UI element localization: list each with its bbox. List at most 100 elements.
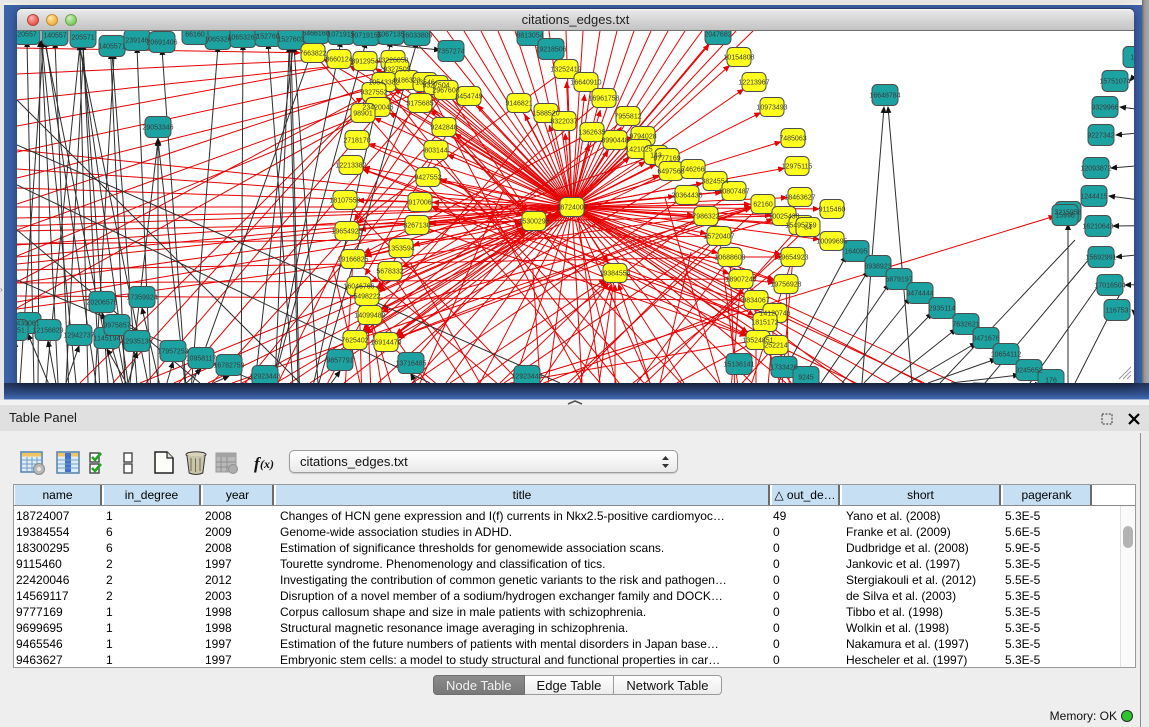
svg-text:16961758: 16961758 — [588, 96, 619, 103]
svg-text:12923448: 12923448 — [511, 374, 542, 381]
svg-text:112: 112 — [1130, 55, 1134, 62]
svg-text:19756928: 19756928 — [770, 282, 801, 289]
svg-text:6879197: 6879197 — [885, 277, 912, 284]
svg-text:3267130: 3267130 — [403, 223, 430, 230]
svg-text:18463627: 18463627 — [784, 195, 815, 202]
svg-text:19654923: 19654923 — [777, 255, 808, 262]
svg-text:1588520: 1588520 — [532, 111, 559, 118]
svg-text:13716485: 13716485 — [395, 361, 426, 368]
svg-text:16640910: 16640910 — [570, 80, 601, 87]
svg-text:9834067: 9834067 — [742, 298, 769, 305]
svg-text:3175685: 3175685 — [406, 101, 433, 108]
svg-text:252214: 252214 — [764, 343, 787, 350]
svg-text:9245: 9245 — [798, 375, 814, 382]
svg-text:18107553: 18107553 — [329, 198, 360, 205]
svg-text:15720407: 15720407 — [703, 234, 734, 241]
svg-text:17016504: 17016504 — [1094, 283, 1125, 290]
svg-text:16210643: 16210643 — [1082, 224, 1113, 231]
svg-text:10654112: 10654112 — [991, 352, 1022, 359]
svg-text:19654925: 19654925 — [331, 229, 362, 236]
svg-text:15495759: 15495759 — [785, 223, 816, 230]
svg-text:9474444: 9474444 — [906, 291, 933, 298]
svg-text:10025438: 10025438 — [768, 214, 799, 221]
svg-text:16914479: 16914479 — [370, 340, 401, 347]
svg-text:12942737: 12942737 — [63, 333, 94, 340]
svg-text:10688609: 10688609 — [714, 255, 745, 262]
svg-text:2935114: 2935114 — [929, 306, 956, 313]
svg-text:16782759: 16782759 — [213, 363, 244, 370]
svg-text:9975857: 9975857 — [103, 323, 130, 330]
svg-text:9794028: 9794028 — [629, 134, 656, 141]
svg-text:1244415: 1244415 — [1080, 194, 1107, 201]
svg-text:20364436: 20364436 — [671, 193, 702, 200]
svg-text:17359924: 17359924 — [126, 295, 157, 302]
svg-text:1353594: 1353594 — [387, 246, 414, 253]
svg-text:8990448: 8990448 — [601, 138, 628, 145]
svg-text:19218506: 19218506 — [535, 47, 566, 54]
svg-text:18724007: 18724007 — [556, 205, 587, 212]
svg-text:239146: 239146 — [125, 38, 148, 45]
svg-text:14120746: 14120746 — [759, 311, 790, 318]
svg-text:164095: 164095 — [844, 249, 867, 256]
svg-text:62160: 62160 — [753, 202, 773, 209]
svg-text:9327552: 9327552 — [360, 90, 387, 97]
svg-text:10154808: 10154808 — [723, 55, 754, 62]
svg-text:9327509: 9327509 — [383, 67, 410, 74]
svg-text:1527602: 1527602 — [277, 37, 304, 44]
svg-text:140557: 140557 — [43, 33, 66, 40]
svg-text:9777169: 9777169 — [653, 156, 680, 163]
svg-text:8454749: 8454749 — [455, 94, 482, 101]
svg-text:1733426: 1733426 — [770, 365, 797, 372]
svg-text:439061: 439061 — [17, 321, 40, 328]
svg-text:12156829: 12156829 — [32, 328, 63, 335]
svg-text:84: 84 — [804, 225, 812, 232]
svg-text:12935135: 12935135 — [121, 339, 152, 346]
svg-text:5498222: 5498222 — [353, 294, 380, 301]
svg-text:746266: 746266 — [681, 167, 704, 174]
svg-text:15692991: 15692991 — [1085, 255, 1116, 262]
svg-text:8912954: 8912954 — [351, 59, 378, 66]
svg-text:1815172: 1815172 — [751, 320, 778, 327]
svg-text:1145194: 1145194 — [94, 336, 121, 343]
svg-text:13252419: 13252419 — [550, 67, 581, 74]
svg-text:8938923: 8938923 — [864, 264, 891, 271]
svg-text:29053346: 29053346 — [142, 125, 173, 132]
svg-text:7632621: 7632621 — [952, 322, 979, 329]
svg-text:176: 176 — [1045, 378, 1057, 384]
svg-text:20691406: 20691406 — [146, 40, 177, 47]
svg-text:5678332: 5678332 — [376, 269, 403, 276]
svg-text:9857791: 9857791 — [326, 358, 353, 365]
svg-text:12213967: 12213967 — [738, 80, 769, 87]
svg-text:15136141: 15136141 — [723, 362, 754, 369]
svg-text:16046766: 16046766 — [343, 284, 374, 291]
svg-text:8322037: 8322037 — [550, 119, 577, 126]
svg-text:8471676: 8471676 — [972, 336, 999, 343]
svg-text:9242848: 9242848 — [430, 125, 457, 132]
svg-text:39151: 39151 — [17, 328, 25, 335]
svg-text:2718170: 2718170 — [343, 138, 370, 145]
svg-text:14099489: 14099489 — [354, 313, 385, 320]
svg-text:12975115: 12975115 — [782, 164, 813, 171]
svg-text:1362635: 1362635 — [578, 130, 605, 137]
svg-text:7625402: 7625402 — [341, 338, 368, 345]
svg-text:7986322: 7986322 — [692, 214, 719, 221]
svg-text:7663822: 7663822 — [299, 51, 326, 58]
svg-text:98901: 98901 — [353, 111, 373, 118]
svg-text:15998: 15998 — [1055, 213, 1075, 220]
svg-text:17957253: 17957253 — [157, 349, 188, 356]
svg-text:152760: 152760 — [256, 34, 279, 41]
svg-text:16033809: 16033809 — [401, 33, 432, 40]
svg-text:66160: 66160 — [185, 32, 205, 39]
svg-text:19384554: 19384554 — [599, 271, 630, 278]
svg-text:1405571: 1405571 — [98, 44, 125, 51]
svg-text:10099695: 10099695 — [816, 239, 847, 246]
svg-text:16648784: 16648784 — [869, 93, 900, 100]
svg-text:116753: 116753 — [1106, 308, 1129, 315]
svg-text:19166825: 19166825 — [337, 257, 368, 264]
svg-text:3824554: 3824554 — [701, 179, 728, 186]
svg-text:13226058: 13226058 — [377, 58, 408, 65]
svg-text:10958117: 10958117 — [186, 356, 217, 363]
svg-text:(x): (x) — [260, 457, 274, 471]
svg-text:8813054: 8813054 — [516, 33, 543, 40]
svg-text:803144: 803144 — [424, 148, 447, 155]
